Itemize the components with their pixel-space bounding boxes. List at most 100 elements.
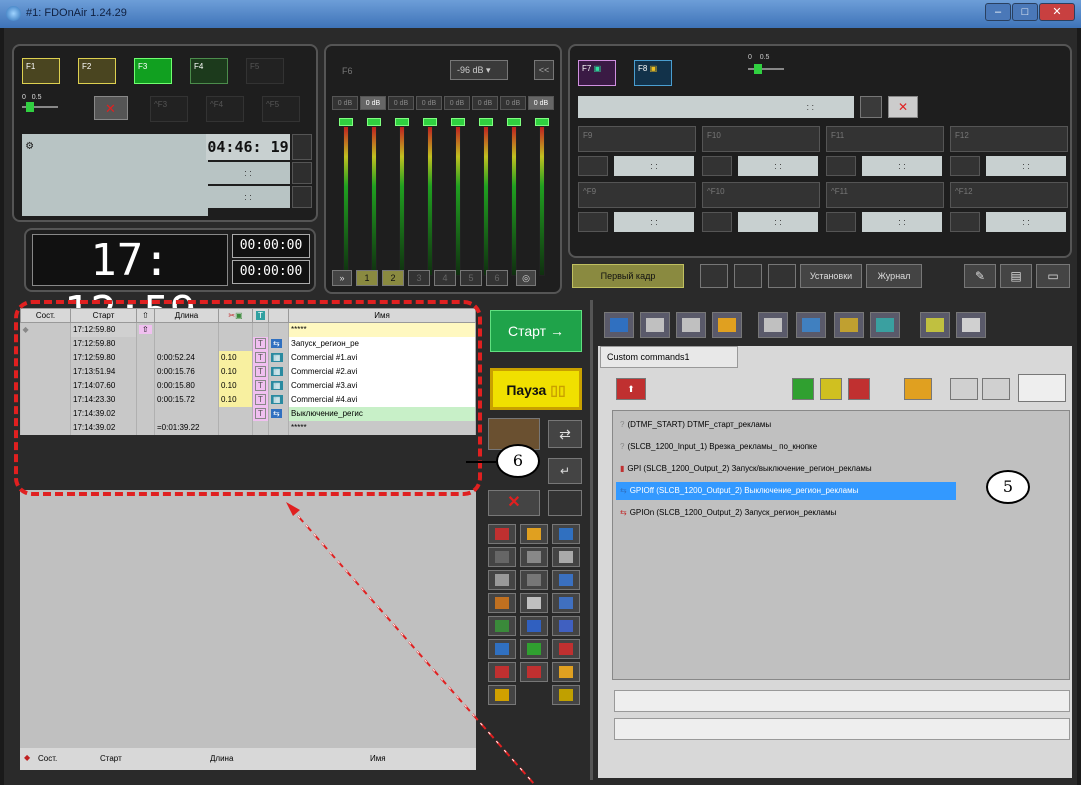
command-type-icon: ⇆: [620, 486, 627, 495]
cue-return-tool-icon: [559, 528, 573, 540]
tool-e3-button[interactable]: [552, 639, 580, 659]
panel-tool-4-icon: [718, 318, 736, 332]
command-item[interactable]: ? (SLCB_1200_Input_1) Врезка_рекламы_ по_…: [616, 438, 1066, 456]
tool-b1-icon: [495, 574, 509, 586]
command-field-1[interactable]: [614, 690, 1070, 712]
command-label: GPIOn (SLCB_1200_Output_2) Запуск_регион…: [629, 508, 837, 517]
tool-e1-button[interactable]: [488, 639, 516, 659]
start-button[interactable]: Старт →: [490, 310, 582, 352]
cue-return-tool-button[interactable]: [552, 524, 580, 544]
cmd-yellow-button[interactable]: [820, 378, 842, 400]
cue-clock-tool-icon: [527, 528, 541, 540]
tool-c3-button[interactable]: [552, 593, 580, 613]
command-type-icon: ▮: [620, 464, 625, 473]
panel-tool-6-icon: [802, 318, 820, 332]
tab-custom-commands[interactable]: Custom commands1: [600, 346, 738, 368]
callout-6: 6: [496, 444, 540, 478]
tool-g2-icon: [559, 689, 573, 701]
cmd-red-button[interactable]: [848, 378, 870, 400]
tool-d2-button[interactable]: [520, 616, 548, 636]
insert-button[interactable]: ↵: [548, 458, 582, 484]
panel-tool-9-button[interactable]: [920, 312, 950, 338]
panel-tool-1-icon: [610, 318, 628, 332]
tool-c1-icon: [495, 597, 509, 609]
callout-5: 5: [986, 470, 1030, 504]
insert-icon: ↵: [559, 464, 571, 478]
tool-f2-button[interactable]: [520, 662, 548, 682]
panel-tool-8-button[interactable]: [870, 312, 900, 338]
panel-tool-8-icon: [876, 318, 894, 332]
command-item[interactable]: ? (DTMF_START) DTMF_старт_рекламы: [616, 416, 1066, 434]
command-label: GPIOff (SLCB_1200_Output_2) Выключение_р…: [629, 486, 859, 495]
panel-tool-7-button[interactable]: [834, 312, 864, 338]
tool-f3-icon: [559, 666, 573, 678]
tool-f2-icon: [527, 666, 541, 678]
command-label: GPI (SLCB_1200_Output_2) Запуск/выключен…: [627, 464, 872, 473]
command-type-icon: ⇆: [620, 508, 627, 517]
tool-e3-icon: [559, 643, 573, 655]
tool-g1-icon: [495, 689, 509, 701]
tool-a1-button[interactable]: [488, 547, 516, 567]
command-type-icon: ?: [620, 420, 625, 429]
arrow-up-icon: ⬆: [627, 384, 635, 394]
tool-b3-button[interactable]: [552, 570, 580, 590]
cmd-config-button[interactable]: [982, 378, 1010, 400]
panel-tool-5-icon: [764, 318, 782, 332]
tool-d1-button[interactable]: [488, 616, 516, 636]
cmd-blank-field[interactable]: [1018, 374, 1066, 402]
cue-start-tool-button[interactable]: [488, 524, 516, 544]
command-item[interactable]: ⇆ GPIOn (SLCB_1200_Output_2) Запуск_регио…: [616, 504, 1066, 522]
cmd-edit-button[interactable]: [950, 378, 978, 400]
command-type-icon: ?: [620, 442, 625, 451]
cmd-green-button[interactable]: [792, 378, 814, 400]
cue-start-tool-icon: [495, 528, 509, 540]
tool-c2-button[interactable]: [520, 593, 548, 613]
blank-button[interactable]: [548, 490, 582, 516]
panel-tool-7-icon: [840, 318, 858, 332]
tool-g1-button[interactable]: [488, 685, 516, 705]
panel-tool-10-icon: [962, 318, 980, 332]
tool-c1-button[interactable]: [488, 593, 516, 613]
pause-button[interactable]: Пауза ▯▯: [490, 368, 582, 410]
swap-button[interactable]: ⇄: [548, 420, 582, 448]
command-item[interactable]: ⇆ GPIOff (SLCB_1200_Output_2) Выключение_…: [616, 482, 956, 500]
tool-e2-button[interactable]: [520, 639, 548, 659]
tool-e1-icon: [495, 643, 509, 655]
cmd-gpi-button[interactable]: [904, 378, 932, 400]
panel-tool-1-button[interactable]: [604, 312, 634, 338]
tool-a2-button[interactable]: [520, 547, 548, 567]
move-up-button[interactable]: ⬆: [616, 378, 646, 400]
tool-b2-button[interactable]: [520, 570, 548, 590]
delete-button[interactable]: ✕: [488, 490, 540, 516]
panel-tool-4-button[interactable]: [712, 312, 742, 338]
tool-e2-icon: [527, 643, 541, 655]
tool-b2-icon: [527, 574, 541, 586]
panel-tool-10-button[interactable]: [956, 312, 986, 338]
tool-d3-icon: [559, 620, 573, 632]
panel-tool-6-button[interactable]: [796, 312, 826, 338]
tool-a1-icon: [495, 551, 509, 563]
pointer-arrowhead: [286, 502, 300, 516]
tool-d2-icon: [527, 620, 541, 632]
panel-tool-3-icon: [682, 318, 700, 332]
command-field-2[interactable]: [614, 718, 1070, 740]
panel-tool-5-button[interactable]: [758, 312, 788, 338]
tool-a3-icon: [559, 551, 573, 563]
tool-f1-button[interactable]: [488, 662, 516, 682]
panel-tool-2-button[interactable]: [640, 312, 670, 338]
command-label: (SLCB_1200_Input_1) Врезка_рекламы_ по_к…: [627, 442, 818, 451]
delete-icon: ✕: [507, 494, 521, 511]
pause-label: Пауза: [506, 382, 547, 398]
panel-tool-9-icon: [926, 318, 944, 332]
cue-clock-tool-button[interactable]: [520, 524, 548, 544]
tool-g2-button[interactable]: [552, 685, 580, 705]
tool-a2-icon: [527, 551, 541, 563]
tool-b3-icon: [559, 574, 573, 586]
swap-icon: ⇄: [559, 426, 571, 442]
tool-d3-button[interactable]: [552, 616, 580, 636]
panel-tool-3-button[interactable]: [676, 312, 706, 338]
tool-b1-button[interactable]: [488, 570, 516, 590]
tool-a3-button[interactable]: [552, 547, 580, 567]
tool-c2-icon: [527, 597, 541, 609]
tool-f3-button[interactable]: [552, 662, 580, 682]
